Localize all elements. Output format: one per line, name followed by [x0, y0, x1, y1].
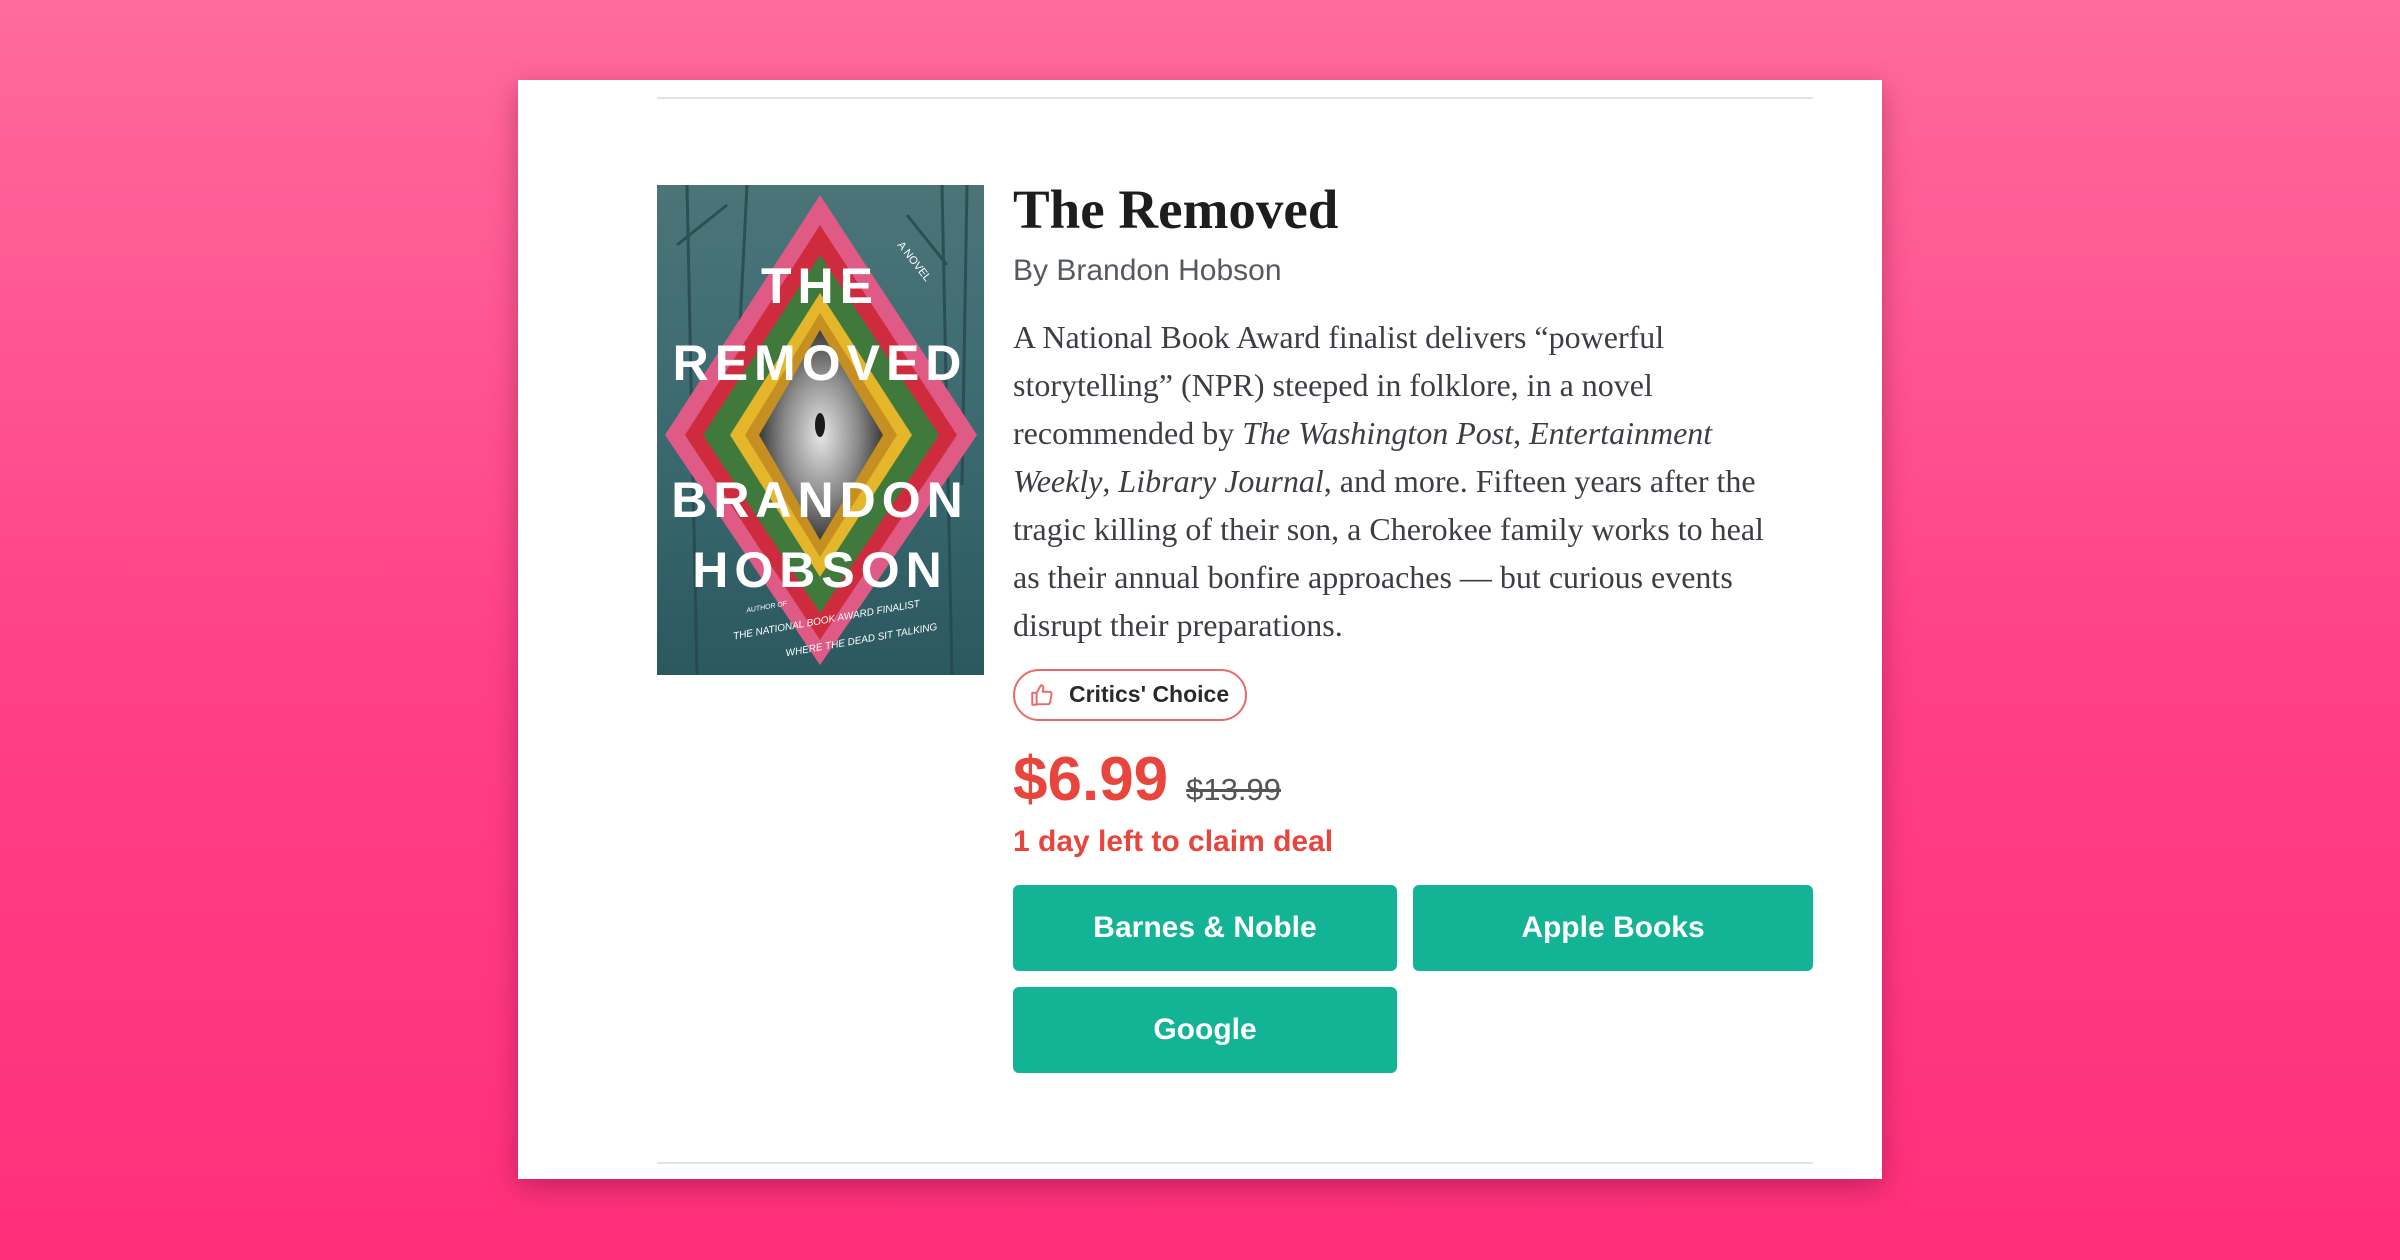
badge-label: Critics' Choice: [1069, 681, 1230, 707]
original-price: $13.99: [1186, 771, 1281, 807]
publication-washington-post: The Washington Post: [1242, 414, 1514, 451]
book-author: By Brandon Hobson: [1013, 253, 1282, 287]
price-row: $6.99 $13.99: [1013, 744, 1813, 814]
book-description: A National Book Award finalist delivers …: [1013, 313, 1793, 649]
barnes-and-noble-button[interactable]: Barnes & Noble: [1013, 884, 1397, 971]
description-separator-1: ,: [1513, 414, 1530, 451]
sale-price: $6.99: [1013, 744, 1169, 814]
book-cover-image[interactable]: THE REMOVED BRANDON HOBSON A NOVEL AUTHO…: [657, 185, 984, 675]
thumbs-up-icon: [1031, 683, 1053, 706]
cover-author-line2: HOBSON: [692, 542, 947, 598]
top-divider: [657, 97, 1813, 99]
book-info: The Removed By Brandon Hobson A National…: [1013, 179, 1813, 1073]
cover-title-line2: REMOVED: [673, 335, 968, 391]
retailer-buttons: Barnes & Noble Apple Books Google: [1013, 884, 1813, 1073]
google-button[interactable]: Google: [1013, 986, 1397, 1073]
publication-library-journal: Library Journal: [1118, 462, 1324, 499]
book-deal-card: THE REMOVED BRANDON HOBSON A NOVEL AUTHO…: [518, 80, 1882, 1179]
bottom-divider: [657, 1162, 1813, 1164]
cover-author-line1: BRANDON: [671, 472, 969, 528]
cover-title-line1: THE: [761, 258, 879, 314]
apple-books-button[interactable]: Apple Books: [1413, 884, 1813, 971]
book-title[interactable]: The Removed: [1013, 179, 1813, 241]
deal-countdown: 1 day left to claim deal: [1013, 824, 1334, 858]
description-separator-2: ,: [1102, 462, 1119, 499]
critics-choice-badge: Critics' Choice: [1013, 668, 1248, 721]
